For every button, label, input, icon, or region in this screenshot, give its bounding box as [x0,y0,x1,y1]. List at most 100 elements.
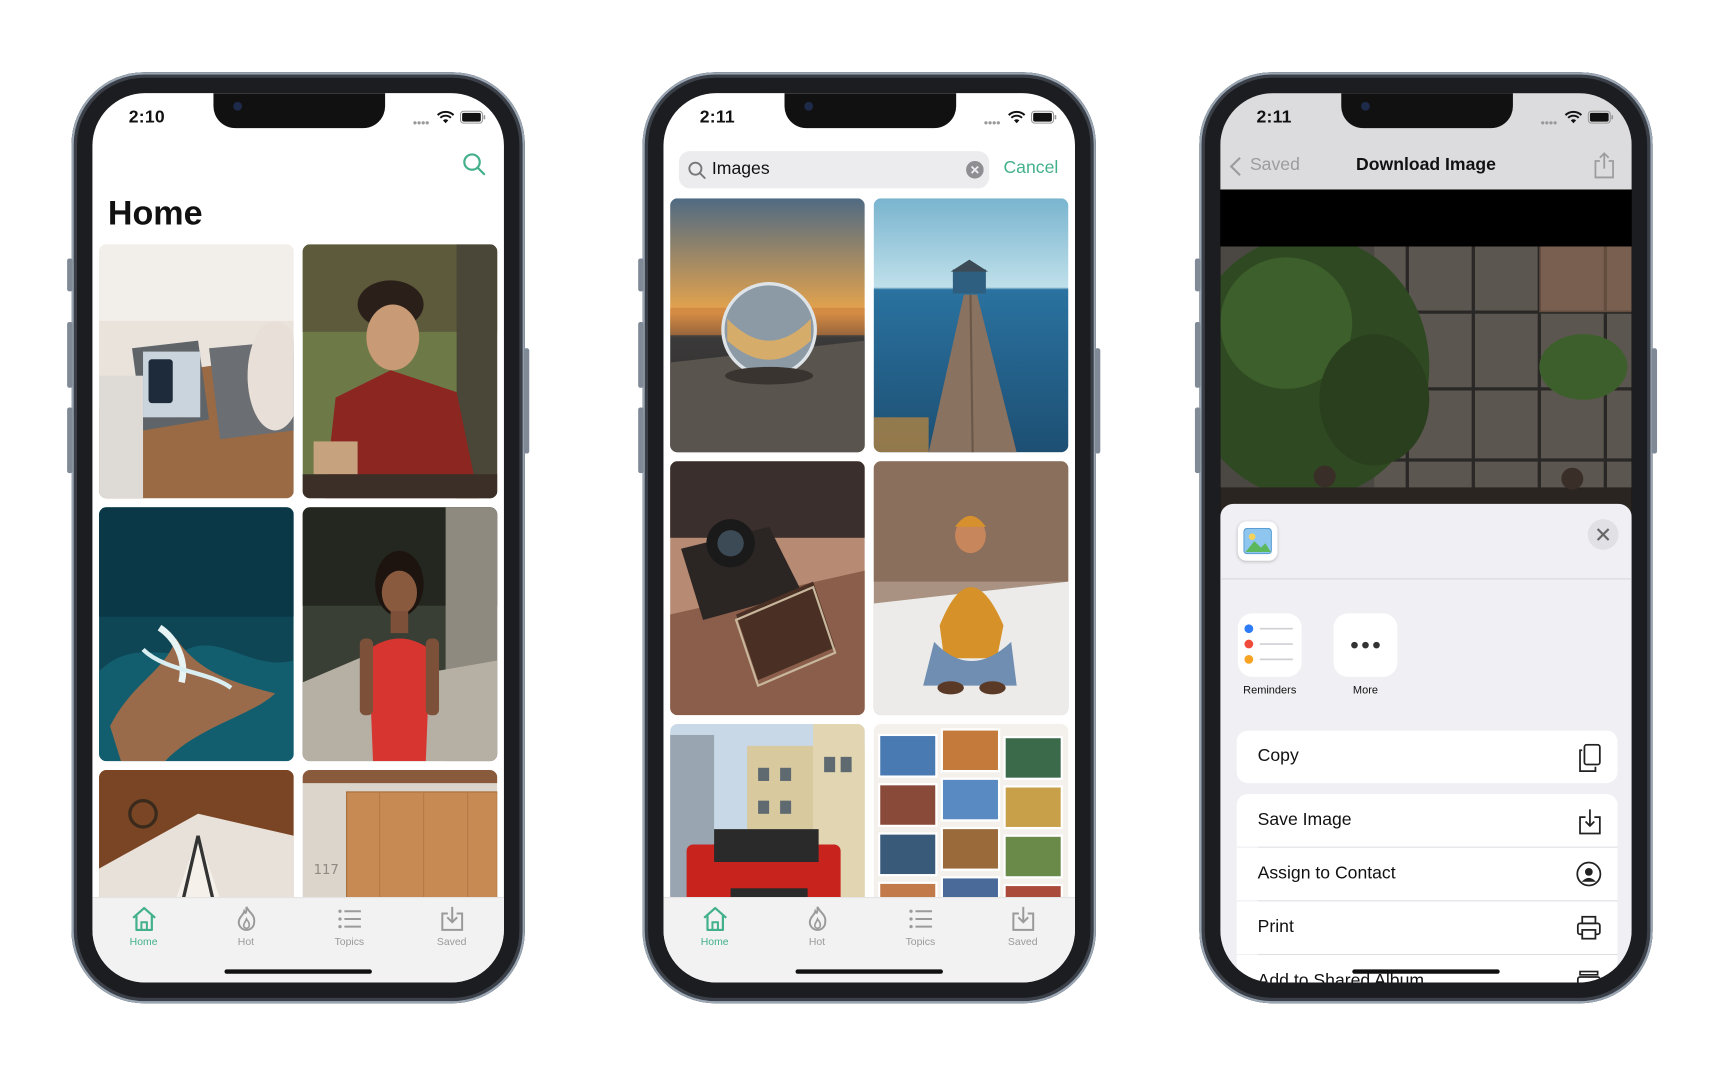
phone-search-screen: 2:11 ●●●● Images Cancel Home Hot Topics … [638,72,1101,1004]
power-button [523,348,530,454]
volume-up-button [67,322,73,388]
photo-postcards[interactable] [873,723,1069,898]
tab-home-label: Home [129,936,158,949]
home-icon [703,906,727,932]
copy-icon [1579,743,1601,772]
wifi-icon [1564,110,1583,124]
photo-icon [1243,527,1272,555]
battery-icon [1587,110,1614,124]
signal-icon: ●●●● [983,119,1001,128]
shared-album-icon [1576,970,1601,983]
action-label: Assign to Contact [1257,864,1396,883]
tab-hot-label: Hot [808,936,826,949]
photo-grid: 117 [92,93,504,898]
tab-home[interactable]: Home [92,898,194,953]
action-save-image[interactable]: Save Image [1236,794,1618,847]
action-print[interactable]: Print [1236,901,1618,955]
chevron-left-icon [1229,156,1241,177]
share-app-label: Reminders [1243,684,1297,697]
svg-text:117: 117 [314,863,339,878]
share-sheet: Reminders More Copy Save Image Assign to… [1220,503,1632,983]
share-icon[interactable] [1592,151,1616,179]
share-app-reminders[interactable]: Reminders [1237,613,1304,701]
screen: 2:11 ●●●● Saved Download Image Reminders… [1220,93,1632,983]
volume-up-button [1194,322,1201,388]
photo-crystal-ball-sunset[interactable] [670,198,865,453]
screen: 2:10 ●●●● Home 117 Home Hot Topics Saved [92,93,504,983]
list-icon [909,909,932,929]
photo-woman-snow[interactable] [873,461,1069,716]
list-icon [338,909,361,929]
signal-icon: ●●●● [412,119,430,128]
close-icon [1596,528,1610,541]
status-time: 2:10 [128,108,165,128]
flame-icon [808,906,827,931]
power-button [1651,348,1658,454]
share-app-more[interactable]: More [1333,613,1400,701]
wifi-icon [437,110,455,124]
flame-icon [237,906,256,931]
divider [1220,578,1632,580]
screen: 2:11 ●●●● Images Cancel Home Hot Topics … [663,93,1075,983]
signal-icon: ●●●● [1540,119,1557,128]
home-indicator [1352,969,1500,974]
download-tray-icon [441,906,464,931]
tab-topics-label: Topics [334,936,365,949]
photo-pier-boathouse[interactable] [873,198,1069,453]
downloaded-image [1220,246,1632,515]
notch [1341,93,1513,129]
mute-switch [638,258,644,292]
photo-pixelated-portrait[interactable] [302,244,498,499]
share-preview-thumbnail [1237,521,1278,561]
battery-icon [459,110,486,124]
phone-home-screen: 2:10 ●●●● Home 117 Home Hot Topics Saved [67,72,530,1004]
more-icon [1333,613,1398,677]
action-label: Print [1257,917,1294,937]
photo-wood-ceiling[interactable] [99,769,294,898]
photo-laptop-phone[interactable] [99,244,294,499]
photo-woman-red-dress[interactable] [302,507,498,762]
share-app-label: More [1352,684,1379,697]
volume-down-button [1194,407,1201,474]
action-label: Copy [1257,746,1299,766]
notch [784,93,957,129]
power-button [1094,348,1101,454]
action-assign-contact[interactable]: Assign to Contact [1236,847,1618,901]
mute-switch [67,258,73,292]
photo-ocean-rocks-aerial[interactable] [99,507,294,762]
nav-title: Download Image [1356,155,1496,175]
notch [213,93,386,129]
action-label: Save Image [1257,810,1352,830]
tab-topics[interactable]: Topics [298,898,400,953]
volume-down-button [67,407,73,474]
volume-up-button [638,322,644,388]
battery-icon [1030,110,1057,124]
sheet-close-button[interactable] [1587,519,1619,550]
download-tray-icon [1012,906,1035,931]
tab-hot[interactable]: Hot [766,898,868,953]
home-icon [132,906,156,932]
tab-saved[interactable]: Saved [401,898,503,953]
save-image-icon [1579,809,1601,835]
tab-topics-label: Topics [905,936,936,949]
tab-hot-label: Hot [237,936,255,949]
action-copy[interactable]: Copy [1236,730,1618,784]
photo-wood-panel[interactable]: 117 [302,769,498,898]
tab-saved[interactable]: Saved [972,898,1074,953]
tab-topics[interactable]: Topics [869,898,971,953]
wifi-icon [1008,110,1026,124]
photo-vintage-camera[interactable] [670,461,865,716]
tab-home-label: Home [700,936,729,949]
phone-download-screen: 2:11 ●●●● Saved Download Image Reminders… [1194,72,1658,1004]
back-label: Saved [1249,155,1300,175]
reminders-icon [1237,613,1302,677]
tab-home[interactable]: Home [663,898,765,953]
tab-hot[interactable]: Hot [195,898,297,953]
status-time: 2:11 [1256,108,1292,128]
contact-icon [1576,861,1602,887]
home-indicator [795,969,943,974]
mute-switch [1194,258,1201,292]
volume-down-button [638,407,644,474]
photo-red-jeep[interactable] [670,723,865,898]
status-time: 2:11 [699,108,735,128]
